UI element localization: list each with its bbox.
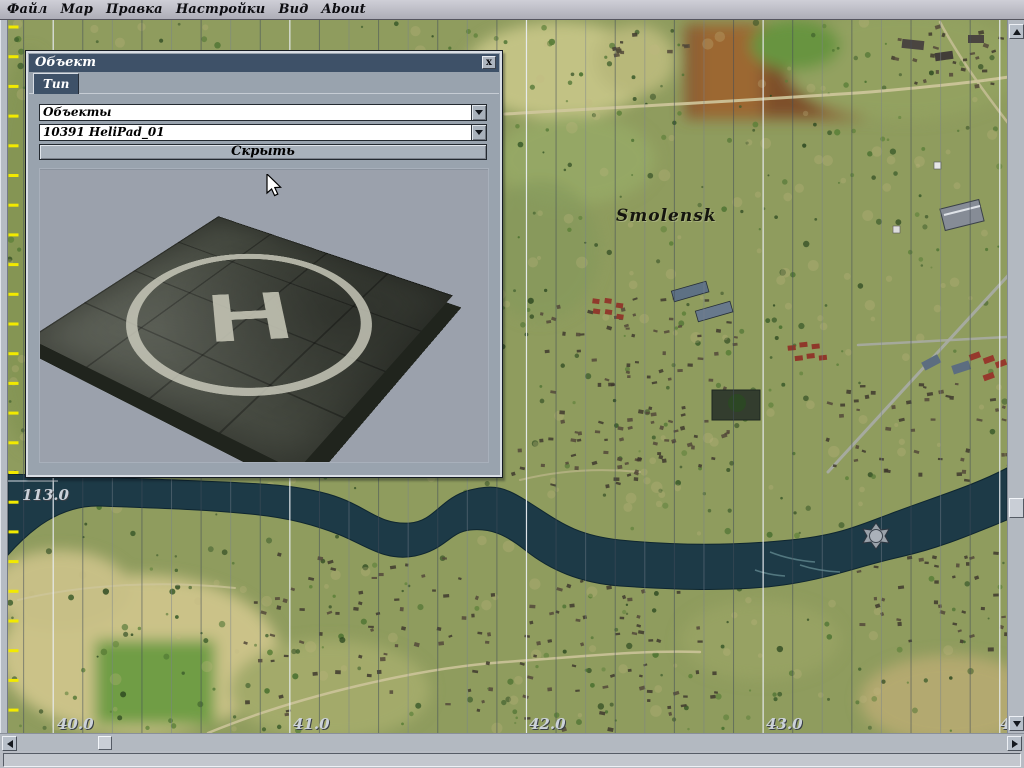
menu-item-edit[interactable]: Правка	[106, 2, 163, 17]
dialog-title: Объект	[35, 55, 96, 70]
lon-label-43: 43.0	[766, 715, 803, 733]
map-city-label: Smolensk	[616, 206, 717, 226]
object-dropdown-button[interactable]	[471, 125, 486, 140]
lon-label-40: 40.0	[57, 715, 94, 733]
menu-item-about[interactable]: About	[322, 2, 366, 17]
category-dropdown[interactable]: Объекты	[39, 104, 487, 121]
arrow-down-icon	[1012, 720, 1021, 727]
dialog-titlebar[interactable]: Объект x	[29, 54, 499, 72]
mouse-cursor-icon	[266, 174, 282, 197]
menu-item-map[interactable]: Мар	[61, 2, 94, 17]
vertical-scrollbar[interactable]	[1007, 20, 1024, 733]
close-icon[interactable]: x	[482, 56, 496, 69]
scroll-right-button[interactable]	[1007, 736, 1022, 751]
menu-item-file[interactable]: Файл	[7, 2, 48, 17]
vertical-scrollbar-thumb[interactable]	[1009, 498, 1024, 518]
hide-button[interactable]: Скрыть	[39, 144, 487, 160]
chevron-down-icon	[475, 110, 483, 115]
dialog-tabstrip: Тип	[29, 73, 499, 94]
scroll-up-button[interactable]	[1009, 24, 1024, 39]
arrow-right-icon	[1011, 739, 1018, 748]
category-dropdown-button[interactable]	[471, 105, 486, 120]
object-dropdown-value: 10391 HeliPad_01	[43, 125, 165, 139]
horizontal-scrollbar-thumb[interactable]	[98, 736, 112, 750]
scroll-down-button[interactable]	[1009, 716, 1024, 731]
helipad-letter: H	[203, 278, 301, 359]
arrow-up-icon	[1012, 28, 1021, 35]
category-dropdown-value: Объекты	[43, 105, 112, 119]
lon-label-41: 41.0	[293, 715, 330, 733]
menu-bar: Файл Мар Правка Настройки Вид About	[0, 0, 1024, 20]
lon-label-42: 42.0	[529, 715, 566, 733]
chevron-down-icon	[475, 130, 483, 135]
lon-label-44: 4	[1000, 715, 1007, 733]
tab-type[interactable]: Тип	[33, 73, 80, 94]
object-preview-3d[interactable]: H	[39, 168, 489, 463]
status-bar	[0, 751, 1024, 768]
lat-label: 113.0	[22, 486, 70, 504]
arrow-left-icon	[6, 739, 13, 748]
menu-item-view[interactable]: Вид	[278, 2, 308, 17]
menu-item-settings[interactable]: Настройки	[176, 2, 266, 17]
object-dialog[interactable]: Объект x Тип Объекты 10391 HeliPad_01 Ск…	[25, 50, 503, 478]
status-bar-field	[3, 753, 1021, 767]
helipad-model: H	[40, 216, 453, 462]
scroll-left-button[interactable]	[2, 736, 17, 751]
horizontal-scrollbar[interactable]	[0, 733, 1024, 751]
map-left-ruler	[0, 20, 8, 733]
object-dropdown[interactable]: 10391 HeliPad_01	[39, 124, 487, 141]
